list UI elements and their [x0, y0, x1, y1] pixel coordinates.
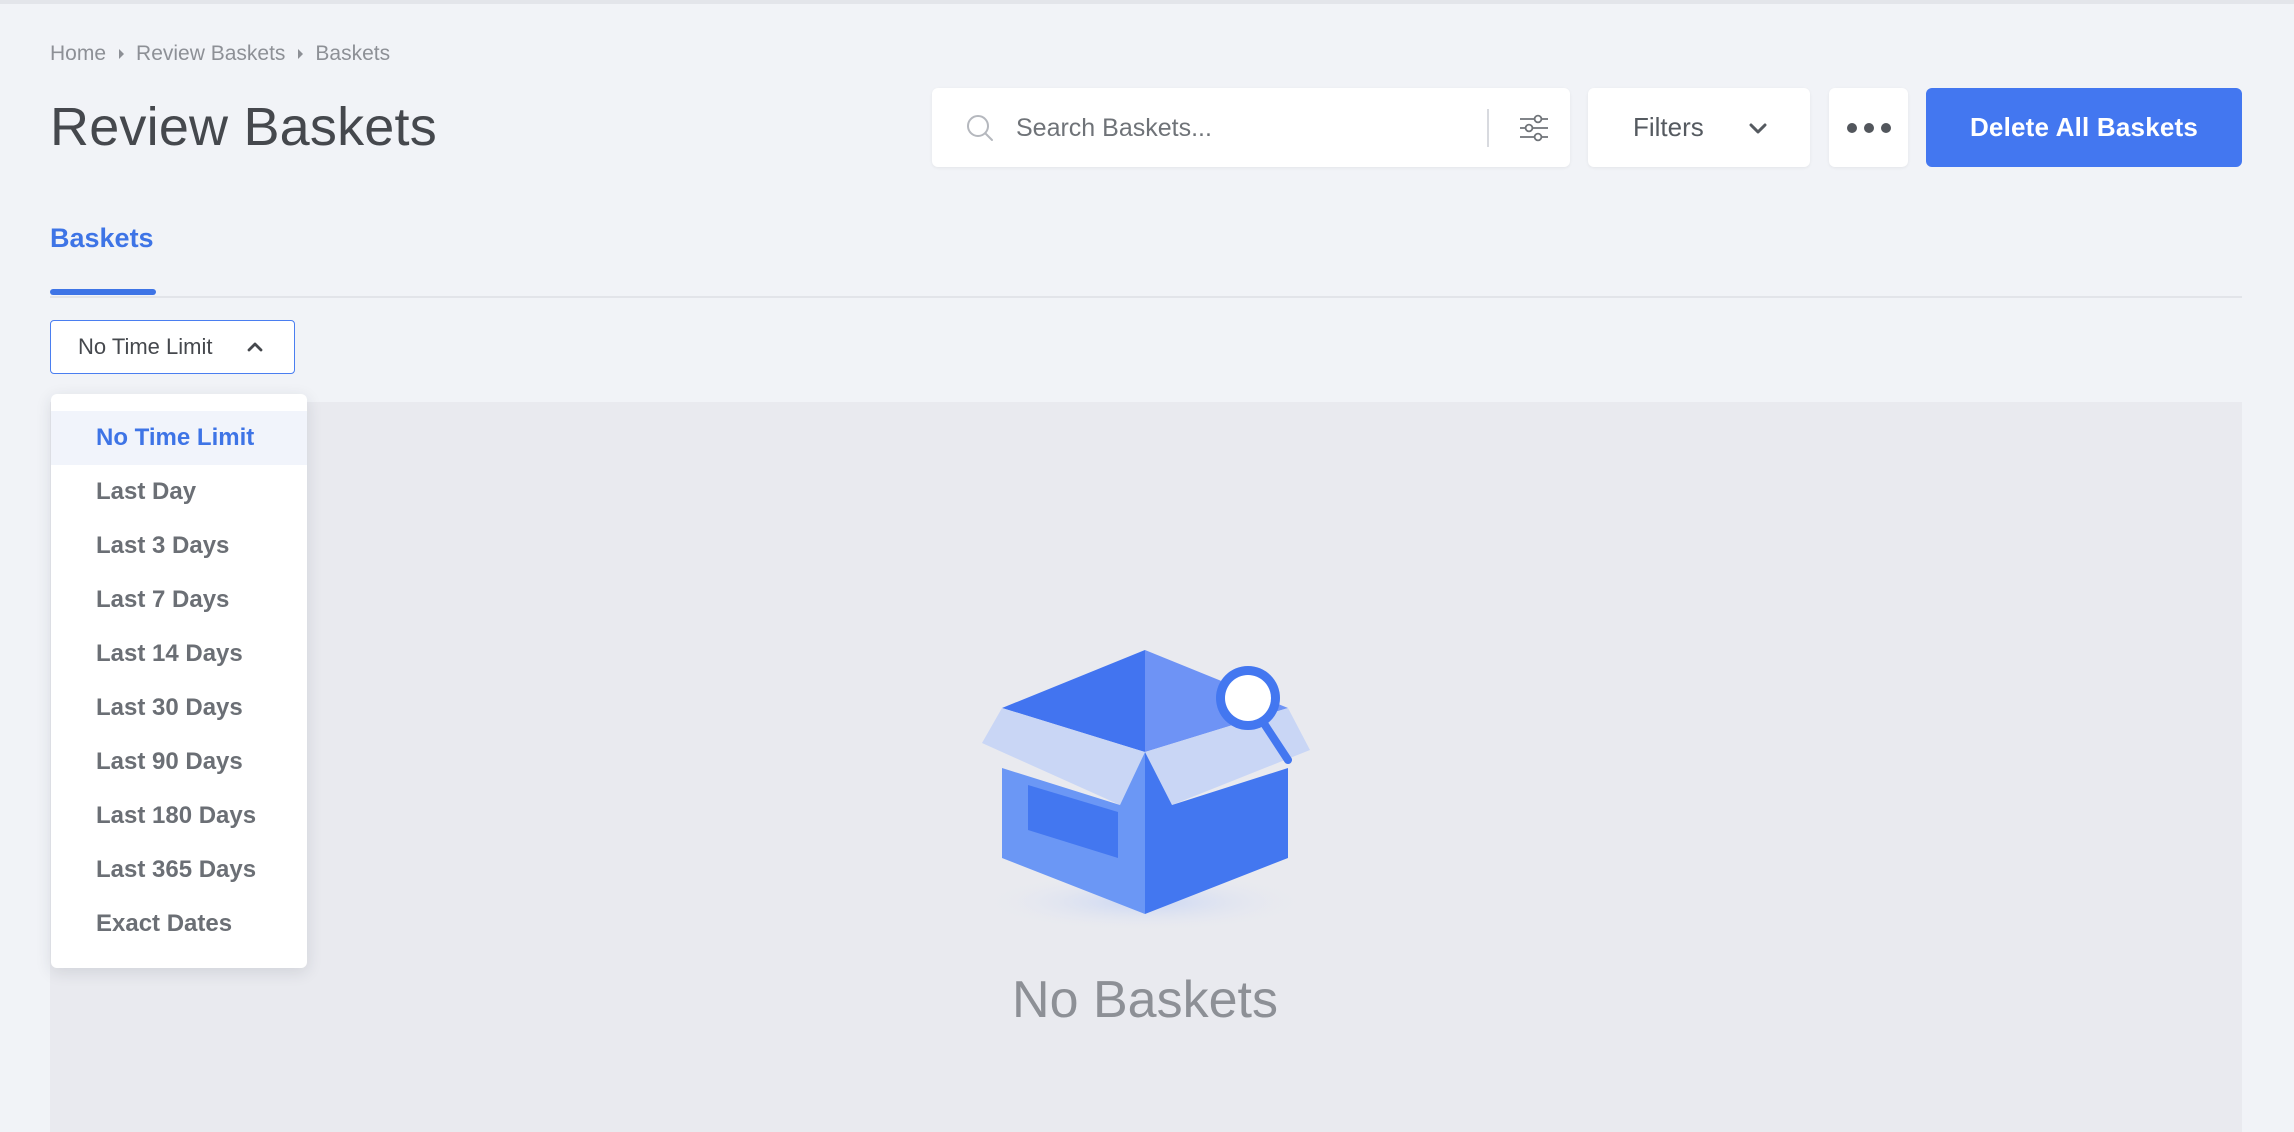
search-input[interactable]: [1016, 110, 1396, 146]
empty-state-message: No Baskets: [1012, 971, 1278, 1029]
tune-icon[interactable]: [1518, 112, 1550, 144]
search-icon: [967, 115, 993, 141]
open-box-search-icon: [980, 650, 1310, 930]
breadcrumb: Home Review Baskets Baskets: [50, 42, 390, 66]
dropdown-option-last-day[interactable]: Last Day: [51, 465, 307, 519]
dropdown-option-last-3-days[interactable]: Last 3 Days: [51, 519, 307, 573]
page-title: Review Baskets: [50, 97, 437, 157]
top-border: [0, 0, 2294, 4]
chevron-right-icon: [285, 44, 315, 64]
dropdown-option-exact-dates[interactable]: Exact Dates: [51, 897, 307, 951]
tab-baskets[interactable]: Baskets: [50, 223, 154, 254]
tab-divider: [50, 296, 2242, 298]
dropdown-option-last-30-days[interactable]: Last 30 Days: [51, 681, 307, 735]
breadcrumb-review-baskets[interactable]: Review Baskets: [136, 42, 285, 66]
filters-label: Filters: [1633, 112, 1704, 142]
delete-all-baskets-button[interactable]: Delete All Baskets: [1926, 88, 2242, 167]
search-divider: [1487, 109, 1489, 147]
time-limit-select[interactable]: No Time Limit: [50, 320, 295, 374]
search-bar: [932, 88, 1570, 167]
time-limit-dropdown: No Time Limit Last Day Last 3 Days Last …: [51, 394, 307, 968]
dropdown-option-no-time-limit[interactable]: No Time Limit: [51, 411, 307, 465]
filters-button[interactable]: Filters: [1588, 88, 1810, 167]
chevron-right-icon: [106, 44, 136, 64]
time-limit-selected: No Time Limit: [78, 334, 213, 359]
tab-active-indicator: [50, 289, 156, 295]
chevron-down-icon: [1749, 123, 1767, 134]
dropdown-option-last-365-days[interactable]: Last 365 Days: [51, 843, 307, 897]
chevron-up-icon: [247, 342, 263, 352]
dropdown-option-last-14-days[interactable]: Last 14 Days: [51, 627, 307, 681]
dropdown-option-last-180-days[interactable]: Last 180 Days: [51, 789, 307, 843]
more-options-button[interactable]: [1829, 88, 1908, 167]
breadcrumb-home[interactable]: Home: [50, 42, 106, 66]
breadcrumb-current: Baskets: [315, 42, 391, 65]
dropdown-option-last-90-days[interactable]: Last 90 Days: [51, 735, 307, 789]
dropdown-option-last-7-days[interactable]: Last 7 Days: [51, 573, 307, 627]
